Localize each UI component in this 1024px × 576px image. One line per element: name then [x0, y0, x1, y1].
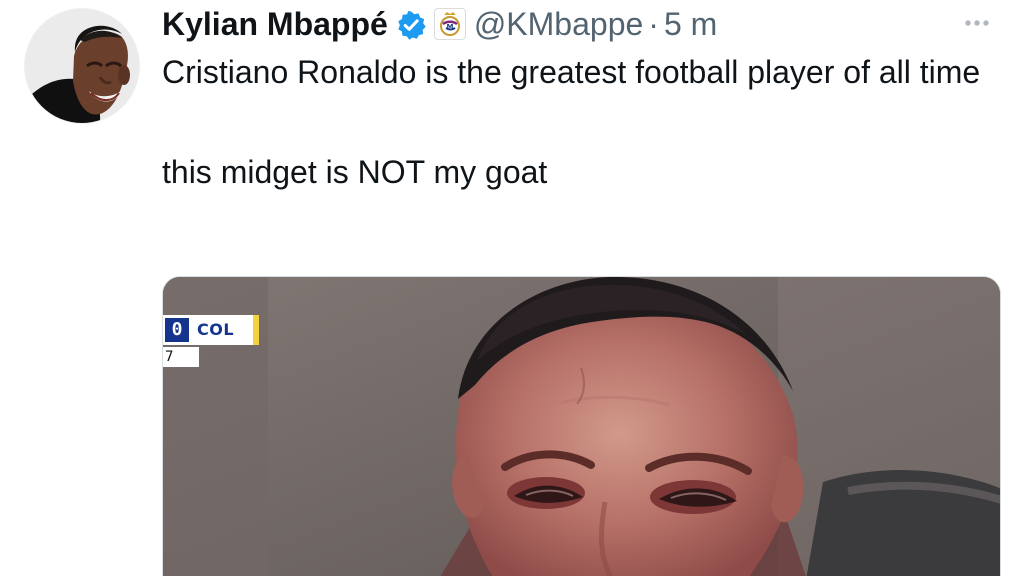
tweet-timestamp[interactable]: 5 m: [664, 4, 717, 44]
tweet-text-paragraph-two: this midget is NOT my goat: [162, 154, 548, 190]
crying-player-photo: [163, 277, 1000, 576]
tweet-card: Kylian Mbappé M @KMbappe · 5 m Cristiano…: [0, 0, 1024, 576]
tweet-media-image[interactable]: 0 COL 7: [162, 276, 1001, 576]
real-madrid-crest-icon[interactable]: M: [433, 8, 466, 40]
metadata-separator: ·: [648, 6, 659, 42]
more-options-button[interactable]: [956, 5, 998, 41]
avatar-photo: [25, 9, 139, 123]
svg-text:M: M: [446, 23, 453, 31]
author-handle[interactable]: @KMbappe: [474, 4, 643, 44]
author-display-name[interactable]: Kylian Mbappé: [162, 4, 388, 44]
tweet-text-paragraph-one: Cristiano Ronaldo is the greatest footba…: [162, 54, 981, 90]
author-avatar[interactable]: [24, 8, 140, 124]
verified-badge-icon: [396, 9, 426, 40]
tweet-text: Cristiano Ronaldo is the greatest footba…: [162, 54, 1012, 190]
tweet-author-row: Kylian Mbappé M @KMbappe · 5 m: [162, 2, 717, 46]
more-horizontal-icon: [965, 20, 989, 26]
